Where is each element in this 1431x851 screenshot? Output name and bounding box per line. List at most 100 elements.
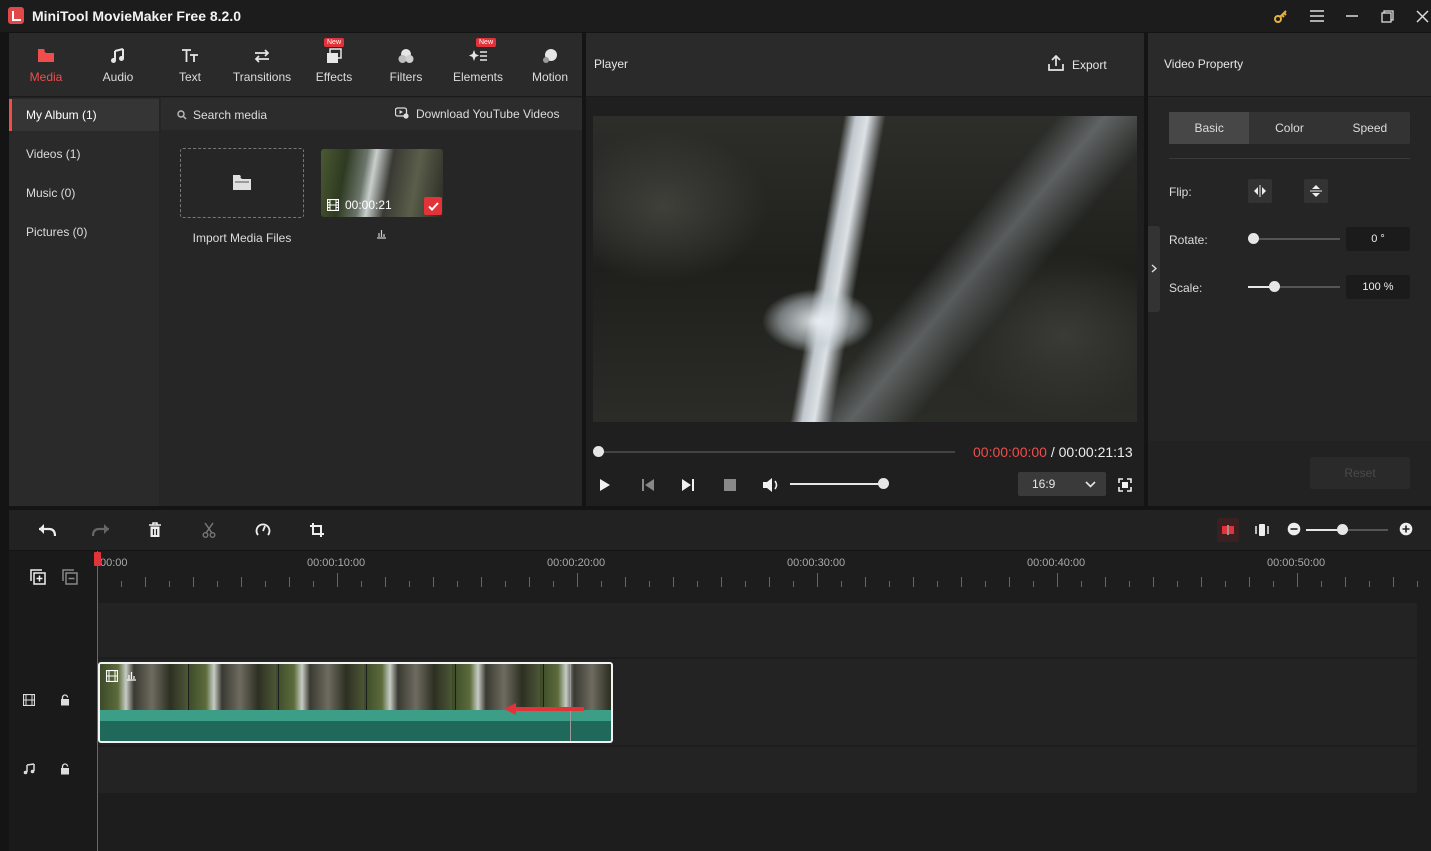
- checkmark-icon[interactable]: [424, 197, 442, 215]
- folder-icon: [232, 174, 252, 194]
- export-label: Export: [1072, 57, 1107, 72]
- ruler-tick: [433, 577, 434, 587]
- reset-button[interactable]: Reset: [1310, 457, 1410, 489]
- close-icon[interactable]: [1407, 4, 1431, 28]
- empty-track-lane: [97, 603, 1417, 657]
- rotate-value-field[interactable]: 0 °: [1346, 227, 1410, 251]
- ruler-tick: [817, 573, 818, 587]
- tab-transitions[interactable]: Transitions: [227, 33, 297, 97]
- split-scissors-icon[interactable]: [198, 520, 220, 540]
- playhead[interactable]: [97, 551, 98, 851]
- flip-label: Flip:: [1169, 185, 1192, 199]
- ruler-ticks: [97, 551, 1431, 587]
- tab-basic[interactable]: Basic: [1169, 112, 1250, 144]
- delete-icon[interactable]: [144, 520, 166, 540]
- lock-icon[interactable]: [57, 761, 73, 777]
- youtube-download-icon: [394, 107, 409, 122]
- zoom-in-icon[interactable]: [1398, 521, 1414, 537]
- ruler-tick: [1177, 581, 1178, 587]
- scale-label: Scale:: [1169, 281, 1203, 295]
- aspect-ratio-select[interactable]: 16:9: [1018, 472, 1106, 496]
- import-media-button[interactable]: [180, 148, 304, 218]
- ruler-tick: [601, 581, 602, 587]
- timeline-video-clip[interactable]: [98, 662, 613, 743]
- restore-icon[interactable]: [1372, 4, 1402, 28]
- menu-icon[interactable]: [1302, 4, 1332, 28]
- collapse-panel-button[interactable]: [1148, 226, 1160, 312]
- undo-icon[interactable]: [36, 520, 58, 540]
- ruler-tick: [313, 581, 314, 587]
- download-youtube-button[interactable]: Download YouTube Videos: [416, 107, 559, 121]
- ruler-tick: [1393, 577, 1394, 587]
- stop-button[interactable]: [719, 475, 741, 495]
- remove-track-icon[interactable]: [59, 567, 81, 587]
- search-input[interactable]: Search media: [193, 108, 267, 122]
- add-track-icon[interactable]: [27, 567, 49, 587]
- tab-filters[interactable]: Filters: [381, 33, 431, 97]
- lock-icon[interactable]: [57, 692, 73, 708]
- previous-frame-button[interactable]: [637, 475, 659, 495]
- fit-timeline-icon[interactable]: [1252, 520, 1272, 540]
- film-icon: [105, 669, 119, 685]
- tab-motion[interactable]: Motion: [525, 33, 575, 97]
- ruler-tick: [649, 581, 650, 587]
- tab-elements[interactable]: New Elements: [449, 33, 507, 97]
- redo-icon[interactable]: [90, 520, 112, 540]
- video-property-panel: Video Property Basic Color Speed Flip: R…: [1148, 33, 1431, 506]
- play-button[interactable]: [594, 475, 616, 495]
- tab-effects[interactable]: New Effects: [309, 33, 359, 97]
- scale-slider-knob[interactable]: [1269, 281, 1280, 292]
- video-track-icon: [21, 692, 37, 708]
- volume-icon[interactable]: [759, 475, 783, 495]
- export-button[interactable]: Export: [1048, 54, 1107, 74]
- app-logo-icon: [8, 7, 24, 24]
- ruler-tick: [577, 573, 578, 587]
- album-item-my-album[interactable]: My Album (1): [9, 99, 159, 131]
- tab-audio[interactable]: Audio: [93, 33, 143, 97]
- current-time: 00:00:00:00: [973, 444, 1047, 460]
- media-clip-thumbnail[interactable]: 00:00:21: [321, 149, 443, 217]
- album-item-videos[interactable]: Videos (1): [9, 138, 159, 170]
- ruler-tick: [385, 577, 386, 587]
- transitions-icon: [253, 47, 271, 65]
- flip-vertical-icon[interactable]: [1304, 179, 1328, 203]
- tab-media[interactable]: Media: [21, 33, 71, 97]
- ruler-tick: [1321, 581, 1322, 587]
- zoom-out-icon[interactable]: [1286, 521, 1302, 537]
- volume-slider[interactable]: [790, 483, 886, 485]
- playback-progress-bar[interactable]: [599, 451, 955, 453]
- rotate-slider[interactable]: [1248, 238, 1340, 240]
- fullscreen-icon[interactable]: [1115, 475, 1135, 495]
- key-icon[interactable]: [1266, 4, 1296, 28]
- snap-icon[interactable]: [1217, 518, 1239, 542]
- scale-value-field[interactable]: 100 %: [1346, 275, 1410, 299]
- zoom-slider-knob[interactable]: [1337, 524, 1348, 535]
- rotate-slider-knob[interactable]: [1248, 233, 1259, 244]
- minimize-icon[interactable]: [1337, 4, 1367, 28]
- new-badge: New: [476, 38, 497, 47]
- text-icon: [181, 47, 199, 65]
- crop-icon[interactable]: [306, 520, 328, 540]
- playback-progress-knob[interactable]: [593, 446, 604, 457]
- flip-horizontal-icon[interactable]: [1248, 179, 1272, 203]
- track-headers: [9, 551, 97, 851]
- tab-speed[interactable]: Speed: [1330, 112, 1410, 144]
- next-frame-button[interactable]: [677, 475, 699, 495]
- volume-knob[interactable]: [878, 478, 889, 489]
- audio-waveform-icon: [126, 670, 137, 684]
- tab-text[interactable]: Text: [165, 33, 215, 97]
- audio-track-lane: [97, 747, 1417, 793]
- elements-icon: [469, 47, 487, 65]
- ruler-tick: [793, 581, 794, 587]
- ruler-tick: [1105, 577, 1106, 587]
- property-title: Video Property: [1164, 57, 1244, 71]
- ruler-tick: [1033, 581, 1034, 587]
- tab-color[interactable]: Color: [1249, 112, 1329, 144]
- album-item-music[interactable]: Music (0): [9, 177, 159, 209]
- ruler-tick: [1345, 577, 1346, 587]
- speed-icon[interactable]: [252, 520, 274, 540]
- player-title: Player: [594, 57, 629, 71]
- timeline-ruler[interactable]: 00:00 00:00:10:00 00:00:20:00 00:00:30:0…: [97, 551, 1431, 591]
- album-item-pictures[interactable]: Pictures (0): [9, 216, 159, 248]
- playhead-handle[interactable]: [94, 552, 101, 566]
